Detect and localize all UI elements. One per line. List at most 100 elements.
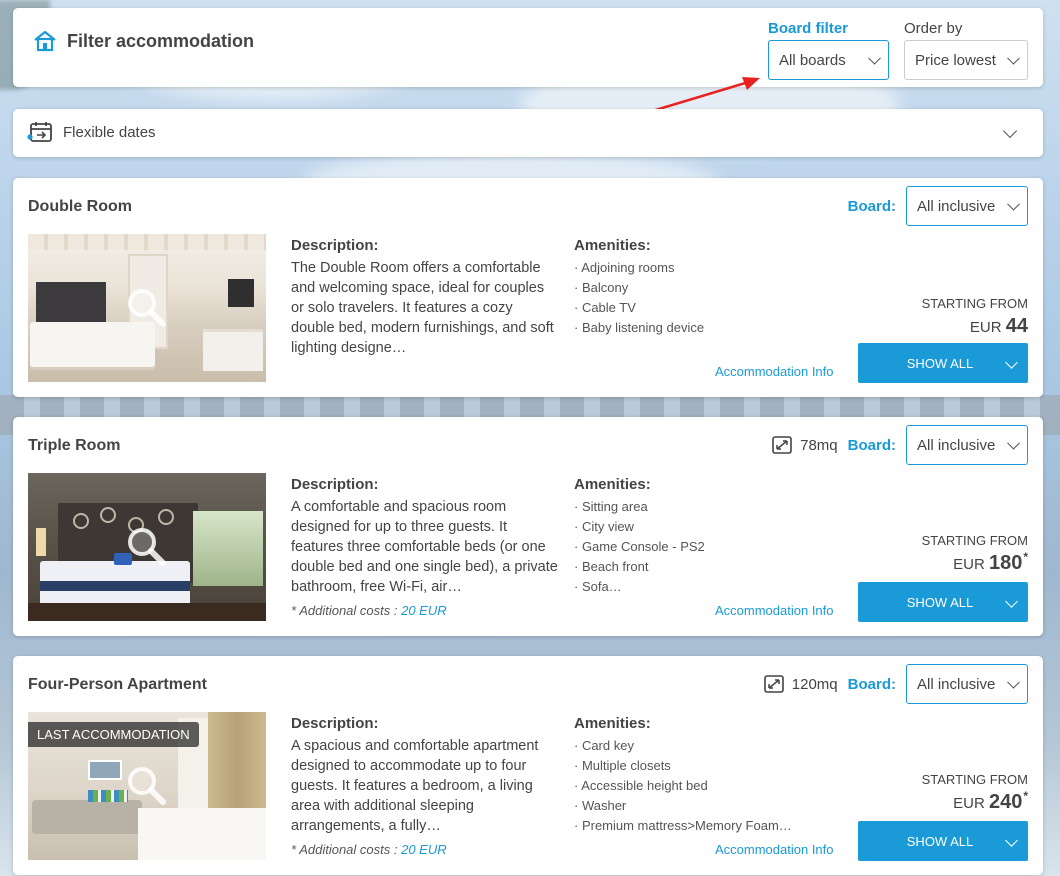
accommodation-info-link[interactable]: Accommodation Info xyxy=(715,364,834,379)
room-photo[interactable]: LAST ACCOMMODATION xyxy=(28,712,266,860)
show-all-button[interactable]: SHOW ALL xyxy=(858,821,1028,861)
board-filter-select[interactable]: All boards xyxy=(768,40,889,80)
filter-title-label: Filter accommodation xyxy=(67,30,255,51)
additional-costs: * Additional costs : 20 EUR xyxy=(291,603,447,618)
show-all-label: SHOW ALL xyxy=(906,594,974,610)
amenity-item: · Multiple closets xyxy=(574,758,671,773)
room-size-value: 78mq xyxy=(800,436,838,454)
amenity-item: · Cable TV xyxy=(574,300,636,315)
filter-title: Filter accommodation xyxy=(33,30,254,52)
price: EUR 180* xyxy=(858,550,1028,575)
additional-costs-value: 20 EUR xyxy=(401,842,447,857)
additional-costs-label: * Additional costs : xyxy=(291,603,398,618)
room-name: Triple Room xyxy=(28,437,121,454)
description-title: Description: xyxy=(291,237,379,254)
amenity-item: · Card key xyxy=(574,738,634,753)
starting-from-label: STARTING FROM xyxy=(921,533,1028,548)
board-label: Board: xyxy=(847,436,896,454)
chevron-down-icon xyxy=(868,51,881,65)
amenity-item: · City view xyxy=(574,519,634,534)
price-value: 240 xyxy=(988,791,1023,813)
board-filter-value: All boards xyxy=(779,51,846,69)
order-by-value: Price lowest xyxy=(915,51,996,69)
accommodation-info-link[interactable]: Accommodation Info xyxy=(715,842,834,857)
price: EUR 240* xyxy=(858,789,1028,814)
description-text: The Double Room offers a comfortable and… xyxy=(291,260,554,356)
expand-icon xyxy=(763,675,784,693)
description-title: Description: xyxy=(291,476,379,493)
additional-costs: * Additional costs : 20 EUR xyxy=(291,842,447,857)
room-card: Four-Person Apartment 120mq Board: All i… xyxy=(13,656,1043,875)
amenity-item: · Beach front xyxy=(574,559,649,574)
price-asterisk: * xyxy=(1023,789,1028,803)
room-size: 120mq xyxy=(763,675,838,693)
amenity-item: · Accessible height bed xyxy=(574,778,708,793)
room-card: Double Room Board: All inclusive Descrip… xyxy=(13,178,1043,397)
board-select-value: All inclusive xyxy=(917,197,996,215)
currency: EUR xyxy=(969,319,1002,336)
price-value: 180 xyxy=(988,552,1023,574)
amenity-item: · Sitting area xyxy=(574,499,648,514)
order-by-label: Order by xyxy=(904,20,963,37)
zoom-icon[interactable] xyxy=(125,286,169,330)
amenities-section: Amenities: · Card key · Multiple closets… xyxy=(574,715,814,836)
zoom-icon[interactable] xyxy=(125,764,169,808)
board-select-value: All inclusive xyxy=(917,436,996,454)
board-select[interactable]: All inclusive xyxy=(906,425,1028,465)
amenities-title: Amenities: xyxy=(574,237,651,254)
chevron-down-icon xyxy=(1007,197,1020,211)
last-accommodation-badge: LAST ACCOMMODATION xyxy=(28,722,199,747)
starting-from-label: STARTING FROM xyxy=(921,296,1028,311)
show-all-button[interactable]: SHOW ALL xyxy=(858,582,1028,622)
show-all-button[interactable]: SHOW ALL xyxy=(858,343,1028,383)
description-text: A comfortable and spacious room designed… xyxy=(291,499,558,595)
room-photo[interactable] xyxy=(28,473,266,621)
zoom-icon[interactable] xyxy=(125,525,169,569)
room-name: Double Room xyxy=(28,198,132,215)
room-photo[interactable] xyxy=(28,234,266,382)
additional-costs-label: * Additional costs : xyxy=(291,842,398,857)
amenities-title: Amenities: xyxy=(574,476,651,493)
filter-panel: Filter accommodation Board filter All bo… xyxy=(13,8,1043,87)
price-asterisk: * xyxy=(1023,550,1028,564)
description-text: A spacious and comfortable apartment des… xyxy=(291,738,539,834)
chevron-down-icon xyxy=(1007,51,1020,65)
board-filter-label: Board filter xyxy=(768,20,849,37)
amenity-item: · Game Console - PS2 xyxy=(574,539,705,554)
room-card: Triple Room 78mq Board: All inclusive De… xyxy=(13,417,1043,636)
flexible-dates-panel[interactable]: Flexible dates xyxy=(13,109,1043,157)
expand-icon xyxy=(772,436,792,454)
price-block: STARTING FROM EUR 180* xyxy=(858,533,1028,575)
board-select[interactable]: All inclusive xyxy=(906,186,1028,226)
amenities-section: Amenities: · Adjoining rooms · Balcony ·… xyxy=(574,237,814,338)
amenity-item: · Adjoining rooms xyxy=(574,260,675,275)
starting-from-label: STARTING FROM xyxy=(921,772,1028,787)
accommodation-info-link[interactable]: Accommodation Info xyxy=(715,603,834,618)
description-section: Description: A spacious and comfortable … xyxy=(291,715,559,836)
description-title: Description: xyxy=(291,715,379,732)
room-size: 78mq xyxy=(772,436,838,454)
board-select[interactable]: All inclusive xyxy=(906,664,1028,704)
price-value: 44 xyxy=(1005,315,1028,337)
room-name: Four-Person Apartment xyxy=(28,676,207,693)
board-filter-group: Board filter All boards xyxy=(768,20,889,80)
description-section: Description: The Double Room offers a co… xyxy=(291,237,559,358)
price: EUR 44 xyxy=(858,315,1028,338)
chevron-down-icon[interactable] xyxy=(1002,123,1018,139)
calendar-icon xyxy=(27,122,52,142)
price-block: STARTING FROM EUR 240* xyxy=(858,772,1028,814)
order-by-group: Order by Price lowest xyxy=(904,20,1028,80)
description-section: Description: A comfortable and spacious … xyxy=(291,476,559,597)
chevron-down-icon xyxy=(1007,436,1020,450)
order-by-select[interactable]: Price lowest xyxy=(904,40,1028,80)
chevron-down-icon xyxy=(1007,675,1020,689)
amenity-item: · Washer xyxy=(574,798,627,813)
amenity-item: · Premium mattress>Memory Foam… xyxy=(574,818,792,833)
board-select-value: All inclusive xyxy=(917,675,996,693)
flexible-dates-label: Flexible dates xyxy=(63,123,156,141)
show-all-label: SHOW ALL xyxy=(906,355,974,371)
amenities-section: Amenities: · Sitting area · City view · … xyxy=(574,476,814,597)
amenity-item: · Balcony xyxy=(574,280,629,295)
board-label: Board: xyxy=(847,197,896,215)
room-size-value: 120mq xyxy=(791,675,838,693)
